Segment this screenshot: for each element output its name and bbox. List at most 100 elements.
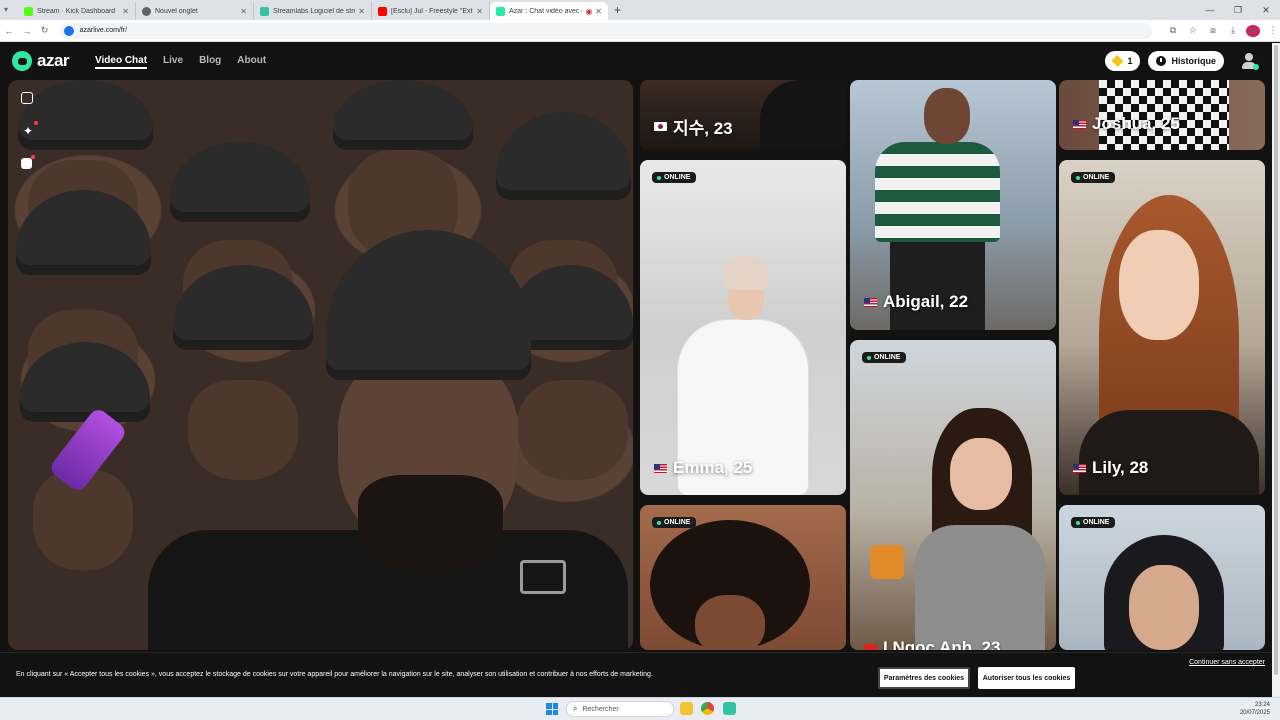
- profile-card[interactable]: ONLINE: [1059, 505, 1265, 650]
- tab-title: Azar : Chat vidéo avec de nouveaux: [509, 7, 582, 15]
- profile-name-text: Joshua, 25: [1092, 114, 1180, 133]
- globe-favicon-icon: [142, 6, 151, 16]
- tab-azar[interactable]: Azar : Chat vidéo avec de nouveaux ◉ ✕: [490, 2, 608, 20]
- history-label: Historique: [1171, 56, 1216, 66]
- extensions-icon[interactable]: ⧈: [1206, 25, 1220, 36]
- new-tab-button[interactable]: +: [614, 2, 621, 20]
- window-controls: — ❐ ✕: [1196, 0, 1280, 20]
- nav-live[interactable]: Live: [163, 55, 183, 69]
- close-icon[interactable]: ✕: [595, 7, 602, 16]
- menu-kebab-icon[interactable]: ⋮: [1266, 25, 1280, 36]
- accept-all-cookies-button[interactable]: Autoriser tous les cookies: [978, 667, 1075, 689]
- profile-card[interactable]: Joshua, 25: [1059, 80, 1265, 150]
- profile-avatar[interactable]: M: [1246, 24, 1260, 37]
- profile-card[interactable]: ONLINE Lily, 28: [1059, 160, 1265, 495]
- fullscreen-icon[interactable]: [21, 92, 33, 104]
- reload-icon[interactable]: ↻: [36, 25, 54, 36]
- site-info-icon[interactable]: [63, 25, 74, 36]
- flag-us-icon: [654, 463, 667, 473]
- windows-start-icon[interactable]: [546, 703, 558, 715]
- windows-taskbar: ⌕ Rechercher 23:24 20/07/2025: [0, 697, 1280, 720]
- profile-person-face: [1119, 230, 1199, 340]
- profile-person-shirt: [915, 525, 1045, 650]
- gem-icon: [1111, 54, 1124, 68]
- online-dot: [1076, 175, 1080, 180]
- flag-us-icon: [1073, 119, 1086, 129]
- profile-name-text: Lily, 28: [1092, 458, 1149, 477]
- taskbar-search-input[interactable]: ⌕ Rechercher: [566, 701, 674, 717]
- profile-card[interactable]: ONLINE I Ngoc Anh, 23: [850, 340, 1056, 650]
- tab-streamlabs[interactable]: Streamlabs Logiciel de streaming ✕: [254, 2, 372, 20]
- nav-blog[interactable]: Blog: [199, 55, 221, 69]
- tab-kick-dashboard[interactable]: Stream · Kick Dashboard ✕: [18, 2, 136, 20]
- mask-filter-icon[interactable]: [21, 155, 35, 169]
- profile-person-top: [1079, 410, 1259, 495]
- page-scrollbar[interactable]: [1272, 43, 1280, 697]
- profile-card[interactable]: ONLINE Emma, 25: [640, 160, 846, 495]
- tab-youtube-jul[interactable]: [Esclu] Jul - Freestyle "Extraterrestre"…: [372, 2, 490, 20]
- tab-search-icon[interactable]: ▾: [4, 5, 8, 14]
- profile-person-legs: [890, 242, 985, 330]
- profile-card[interactable]: ONLINE: [640, 505, 846, 650]
- profile-person-hat: [724, 256, 768, 290]
- back-icon[interactable]: ←: [0, 26, 18, 36]
- close-icon[interactable]: ✕: [122, 7, 129, 16]
- online-dot: [867, 355, 871, 360]
- face-clone: [518, 380, 628, 480]
- bookmark-star-icon[interactable]: ☆: [1186, 25, 1200, 36]
- azar-logo[interactable]: azar: [12, 51, 70, 71]
- drink-glass: [870, 545, 904, 579]
- online-label: ONLINE: [664, 519, 691, 526]
- minimize-icon[interactable]: —: [1196, 0, 1224, 20]
- kick-favicon-icon: [24, 6, 33, 16]
- online-badge: ONLINE: [652, 517, 697, 528]
- maximize-icon[interactable]: ❐: [1224, 0, 1252, 20]
- flag-vn-icon: [864, 643, 877, 650]
- downloads-icon[interactable]: ⤓: [1226, 25, 1240, 36]
- close-icon[interactable]: ✕: [358, 7, 365, 16]
- nav-video-chat[interactable]: Video Chat: [95, 55, 148, 69]
- file-explorer-icon[interactable]: [680, 702, 693, 715]
- continue-without-accepting-link[interactable]: Continuer sans accepter: [1189, 659, 1265, 666]
- profile-name-text: Abigail, 22: [883, 292, 969, 311]
- search-icon: ⌕: [573, 704, 578, 713]
- forward-icon[interactable]: →: [18, 26, 36, 36]
- scrollbar-thumb[interactable]: [1274, 45, 1278, 675]
- chrome-icon[interactable]: [701, 702, 714, 715]
- toolbar-actions: ⧉ ☆ ⧈ ⤓ M ⋮: [1166, 24, 1280, 37]
- close-window-icon[interactable]: ✕: [1252, 0, 1280, 20]
- profile-name-text: I Ngoc Anh, 23: [883, 638, 1001, 650]
- streamlabs-icon[interactable]: [723, 702, 736, 715]
- taskbar-search-placeholder: Rechercher: [582, 705, 619, 713]
- profile-person-face: [950, 438, 1012, 510]
- cookie-banner: En cliquant sur « Accepter tous les cook…: [0, 652, 1272, 697]
- azar-logo-icon: [12, 51, 32, 71]
- close-icon[interactable]: ✕: [476, 7, 483, 16]
- nav-about[interactable]: About: [237, 55, 266, 69]
- online-label: ONLINE: [1083, 174, 1110, 181]
- flag-us-icon: [1073, 463, 1086, 473]
- profile-name: Emma, 25: [654, 458, 752, 478]
- logo-text: azar: [37, 51, 70, 70]
- sparkle-effects-icon[interactable]: ✦: [21, 121, 38, 138]
- youtube-favicon-icon: [378, 6, 387, 16]
- cookie-settings-button[interactable]: Paramètres des cookies: [878, 667, 970, 689]
- tab-new-tab[interactable]: Nouvel onglet ✕: [136, 2, 254, 20]
- online-dot: [657, 520, 661, 525]
- user-profile-icon[interactable]: [1240, 52, 1259, 70]
- azar-favicon-icon: [496, 6, 505, 16]
- online-label: ONLINE: [664, 174, 691, 181]
- profile-card[interactable]: 지수, 23: [640, 80, 846, 150]
- profile-name: Joshua, 25: [1073, 114, 1180, 134]
- history-button[interactable]: Historique: [1148, 51, 1224, 71]
- header-actions: 1 Historique: [1105, 51, 1259, 71]
- url-input[interactable]: azarlive.com/fr/: [59, 22, 1152, 39]
- profile-name-text: 지수, 23: [673, 119, 733, 138]
- install-app-icon[interactable]: ⧉: [1166, 25, 1180, 36]
- profile-card[interactable]: Abigail, 22: [850, 80, 1056, 330]
- close-icon[interactable]: ✕: [240, 7, 247, 16]
- system-clock[interactable]: 23:24 20/07/2025: [1240, 701, 1270, 717]
- profile-name: Abigail, 22: [864, 292, 968, 312]
- gems-button[interactable]: 1: [1105, 51, 1141, 71]
- notification-dot: [34, 121, 38, 125]
